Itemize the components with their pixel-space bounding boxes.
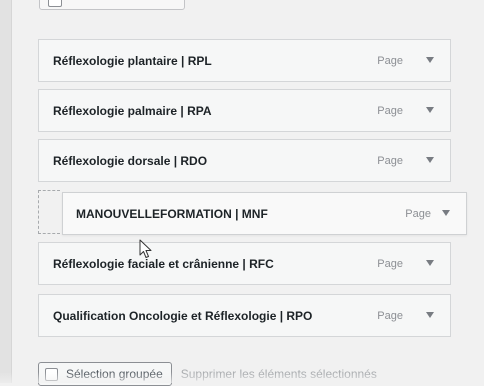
- menu-item-type: Page: [377, 54, 403, 67]
- menu-item-title: Réflexologie plantaire | RPL: [53, 53, 212, 68]
- expand-arrow-icon[interactable]: [423, 103, 437, 117]
- menu-item-rdo[interactable]: Réflexologie dorsale | RDO Page: [38, 139, 451, 182]
- menu-item-rpl[interactable]: Réflexologie plantaire | RPL Page: [38, 39, 451, 82]
- expand-arrow-icon[interactable]: [423, 53, 437, 67]
- menu-item-type: Page: [405, 207, 431, 220]
- bulk-select-button-top[interactable]: [39, 0, 185, 10]
- bulk-actions-bar: Sélection groupée Supprimer les éléments…: [38, 362, 478, 386]
- menu-item-rfc[interactable]: Réflexologie faciale et crânienne | RFC …: [38, 242, 451, 285]
- menu-item-mnf[interactable]: MANOUVELLEFORMATION | MNF Page: [62, 192, 467, 235]
- admin-sidebar-edge: [0, 0, 12, 383]
- menu-item-title: Qualification Oncologie et Réflexologie …: [53, 308, 313, 323]
- drop-placeholder: [38, 190, 60, 234]
- expand-arrow-icon[interactable]: [423, 153, 437, 167]
- menu-item-type: Page: [377, 104, 403, 117]
- menu-item-type: Page: [377, 154, 403, 167]
- menu-item-title: Réflexologie faciale et crânienne | RFC: [53, 256, 274, 271]
- expand-arrow-icon[interactable]: [439, 206, 453, 220]
- delete-selected-link[interactable]: Supprimer les éléments sélectionnés: [181, 367, 377, 381]
- menu-item-title: Réflexologie palmaire | RPA: [53, 103, 212, 118]
- menu-item-type: Page: [377, 309, 403, 322]
- menu-item-rpo[interactable]: Qualification Oncologie et Réflexologie …: [38, 294, 451, 337]
- menu-item-type: Page: [377, 257, 403, 270]
- expand-arrow-icon[interactable]: [423, 308, 437, 322]
- bulk-select-label: Sélection groupée: [66, 367, 163, 381]
- menu-item-title: MANOUVELLEFORMATION | MNF: [76, 206, 268, 221]
- bulk-select-button[interactable]: Sélection groupée: [38, 362, 172, 386]
- menu-item-rpa[interactable]: Réflexologie palmaire | RPA Page: [38, 89, 451, 132]
- menu-item-title: Réflexologie dorsale | RDO: [53, 153, 208, 168]
- expand-arrow-icon[interactable]: [423, 256, 437, 270]
- bulk-select-checkbox[interactable]: [45, 367, 58, 381]
- bulk-select-checkbox-top[interactable]: [48, 0, 62, 7]
